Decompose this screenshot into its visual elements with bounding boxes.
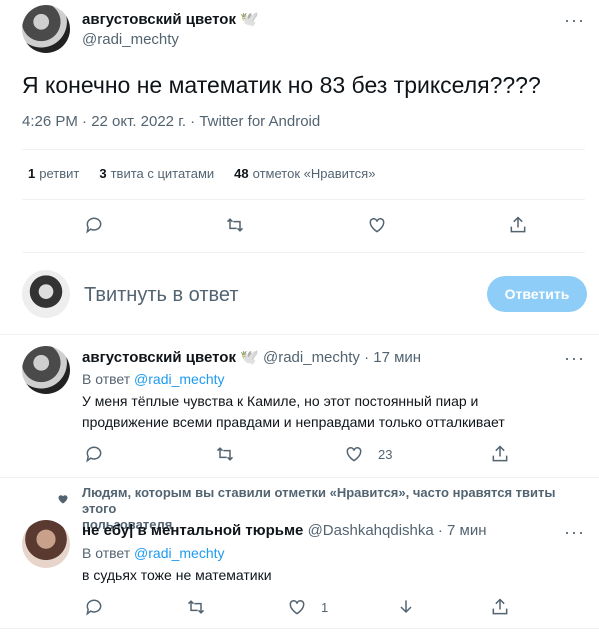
reply-icon <box>86 446 102 463</box>
divider <box>0 334 599 335</box>
share-button[interactable] <box>490 597 510 617</box>
reply-submit-button[interactable]: Ответить <box>487 276 587 312</box>
reply-handle-time[interactable]: @radi_mechty · 17 мин <box>263 349 421 366</box>
author-handle[interactable]: @radi_mechty <box>82 31 179 48</box>
dove-emoji: 🕊️ <box>240 11 259 28</box>
like-button[interactable]: 23 <box>344 444 392 464</box>
like-button[interactable]: 1 <box>287 597 328 617</box>
dove-emoji: 🕊️ <box>240 349 259 366</box>
divider <box>22 252 585 253</box>
divider <box>22 149 585 150</box>
my-avatar[interactable] <box>22 270 70 318</box>
like-button[interactable] <box>367 215 387 235</box>
share-icon <box>492 598 508 615</box>
heart-icon <box>369 217 385 233</box>
more-options-icon[interactable]: ··· <box>564 10 585 31</box>
downvote-button[interactable] <box>396 597 416 617</box>
tweet-stats: 1 ретвит 3 твита с цитатами 48 отметок «Нра… <box>28 166 375 181</box>
in-reply-to: В ответ @radi_mechty <box>82 371 225 387</box>
reply-author-name[interactable]: не ебу| в ментальной тюрьме <box>82 522 303 539</box>
downvote-arrow-icon <box>400 600 412 614</box>
reply-input[interactable]: Твитнуть в ответ <box>84 284 239 307</box>
heart-icon <box>58 495 68 504</box>
reply-button[interactable] <box>84 597 104 617</box>
reply-button[interactable] <box>84 215 104 235</box>
reply-header: августовский цветок 🕊️ @radi_mechty · 17… <box>82 348 421 366</box>
heart-icon <box>346 446 362 462</box>
quotes-stat[interactable]: 3 твита с цитатами <box>99 166 214 181</box>
reply-button[interactable] <box>84 444 104 464</box>
reply-icon <box>86 599 102 616</box>
share-button[interactable] <box>508 215 528 235</box>
heart-icon <box>289 599 305 615</box>
share-button[interactable] <box>490 444 510 464</box>
reply-text: У меня тёплые чувства к Камиле, но этот … <box>82 393 505 430</box>
in-reply-handle[interactable]: @radi_mechty <box>134 545 224 561</box>
reply-author-name[interactable]: августовский цветок <box>82 349 236 366</box>
share-icon <box>510 216 526 233</box>
retweets-stat[interactable]: 1 ретвит <box>28 166 79 181</box>
divider <box>0 628 599 629</box>
retweet-icon <box>187 600 205 614</box>
divider <box>22 199 585 200</box>
like-count: 23 <box>378 446 393 462</box>
author-name[interactable]: августовский цветок 🕊️ <box>82 10 259 28</box>
retweet-button[interactable] <box>215 444 235 464</box>
retweet-icon <box>216 447 234 461</box>
likes-stat[interactable]: 48 отметок «Нравится» <box>234 166 375 181</box>
retweet-button[interactable] <box>186 597 206 617</box>
retweet-button[interactable] <box>225 215 245 235</box>
reply-header: не ебу| в ментальной тюрьме @Dashkahqdis… <box>82 522 487 539</box>
tweet-timestamp[interactable]: 4:26 PM · 22 окт. 2022 г. · Twitter for … <box>22 113 320 130</box>
reply-avatar[interactable] <box>22 520 70 568</box>
author-name-text: августовский цветок <box>82 11 236 28</box>
in-reply-to: В ответ @radi_mechty <box>82 545 225 561</box>
reply-avatar[interactable] <box>22 346 70 394</box>
retweet-icon <box>226 218 244 232</box>
reply-text: в судьях тоже не математики <box>82 567 272 583</box>
more-options-icon[interactable]: ··· <box>564 348 585 369</box>
divider <box>0 477 599 478</box>
reply-handle-time[interactable]: @Dashkahqdishka · 7 мин <box>308 522 487 539</box>
in-reply-handle[interactable]: @radi_mechty <box>134 371 224 387</box>
like-count: 1 <box>321 599 329 615</box>
tweet-text: Я конечно не математик но 83 без триксел… <box>22 72 541 98</box>
author-avatar[interactable] <box>22 5 70 53</box>
share-icon <box>492 445 508 462</box>
more-options-icon[interactable]: ··· <box>564 522 585 543</box>
reply-icon <box>86 217 102 234</box>
